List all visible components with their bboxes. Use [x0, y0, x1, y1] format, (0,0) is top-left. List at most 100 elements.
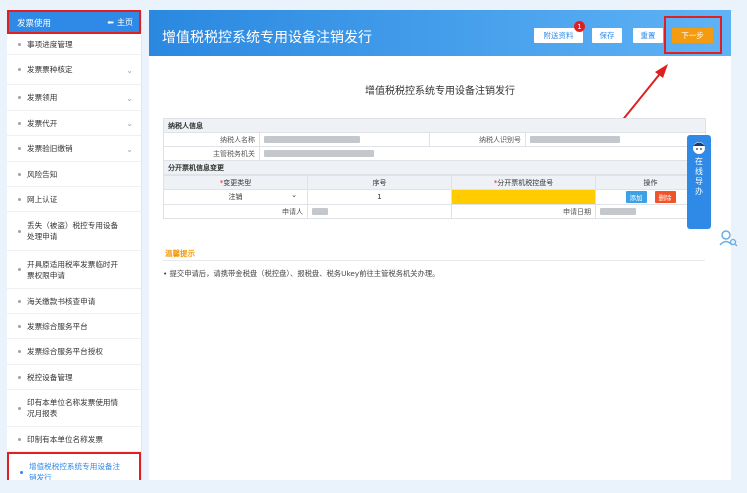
- redacted-value: [600, 208, 636, 215]
- sidebar-item-label: 丢失（被盗）税控专用设备处理申请: [27, 221, 119, 241]
- sidebar-item[interactable]: 丢失（被盗）税控专用设备处理申请: [7, 212, 141, 251]
- col-header-device: *分开票机税控盘号: [451, 175, 596, 190]
- home-link[interactable]: ⬅ 主页: [107, 17, 133, 28]
- help-char-2: 线: [695, 167, 703, 176]
- tip-label: 温馨提示: [165, 249, 195, 258]
- sidebar-item[interactable]: 印制有本单位名称发票: [7, 427, 141, 452]
- online-help-widget[interactable]: 在 线 导 办: [687, 135, 711, 229]
- user-search-icon[interactable]: [718, 228, 738, 248]
- taxpayer-id-label: 纳税人识别号: [429, 132, 526, 147]
- sidebar-item-label: 印有本单位名称发票使用情况月报表: [27, 398, 119, 418]
- sidebar-item-label: 税控设备管理: [27, 372, 73, 382]
- help-char-3: 导: [695, 177, 703, 186]
- bullet-icon: [18, 121, 21, 125]
- applicant-label: 申请人: [163, 204, 308, 219]
- table-row: 注销 ⌄ 1 添加 删除: [163, 189, 706, 205]
- sidebar-item-label: 发票票种核定: [27, 65, 73, 74]
- col-header-change-type: *变更类型: [163, 175, 308, 190]
- bullet-icon: [18, 437, 21, 441]
- sidebar-item[interactable]: 发票代开 ⌄: [7, 111, 141, 136]
- taxpayer-id-value: [525, 132, 706, 147]
- taxpayer-name-value: [259, 132, 430, 147]
- sidebar-item-label: 开具原适用税率发票临时开票权限申请: [27, 259, 119, 280]
- redacted-value: [312, 208, 328, 215]
- tax-authority-label: 主管税务机关: [163, 146, 260, 161]
- bullet-icon: [18, 197, 21, 201]
- sidebar-item[interactable]: 网上认证: [7, 187, 141, 212]
- chevron-down-icon: ⌄: [126, 119, 133, 128]
- bullet-icon: [18, 299, 21, 303]
- applicant-value: [307, 204, 452, 219]
- col-header-seq: 序号: [307, 175, 452, 190]
- chevron-down-icon: ⌄: [291, 191, 297, 199]
- device-number-input[interactable]: [451, 189, 596, 205]
- sidebar-item[interactable]: 发票综合服务平台: [7, 314, 141, 339]
- sidebar-item[interactable]: 发票验旧缴销 ⌄: [7, 136, 141, 162]
- seq-value: 1: [307, 189, 452, 205]
- sidebar-item-label: 风险告知: [27, 169, 58, 179]
- form-panel: 纳税人信息 纳税人名称 纳税人识别号 主管税务机关 分开票机信息变更 *变更类型…: [163, 118, 706, 219]
- bullet-icon: [20, 470, 23, 474]
- help-char-4: 办: [695, 187, 703, 196]
- app: 发票使用 ⬅ 主页 事项进度管理 发票票种核定 ⌄ 发票领用 ⌄ 发票代开 ⌄ 发票验旧缴销 ⌄…: [0, 0, 747, 493]
- tax-authority-value: [259, 146, 706, 161]
- change-type-value: 注销: [228, 193, 243, 201]
- sidebar-header[interactable]: 发票使用 ⬅ 主页: [7, 10, 141, 34]
- sidebar-item-label: 发票代开: [27, 118, 58, 128]
- redacted-value: [264, 136, 360, 143]
- chevron-down-icon: ⌄: [126, 93, 133, 103]
- sidebar-item-label: 印制有本单位名称发票: [27, 434, 103, 444]
- sidebar-item[interactable]: 开具原适用税率发票临时开票权限申请: [7, 251, 141, 289]
- sidebar-item-label: 发票综合服务平台授权: [27, 347, 103, 356]
- bullet-icon: [18, 172, 21, 176]
- sidebar-item-label: 海关缴款书核查申请: [27, 296, 96, 306]
- form-table: 纳税人信息 纳税人名称 纳税人识别号 主管税务机关 分开票机信息变更: [163, 118, 706, 175]
- bullet-icon: [18, 406, 21, 410]
- sidebar-item[interactable]: 增值税税控系统专用设备注销发行: [7, 452, 141, 480]
- sidebar-item[interactable]: 海关缴款书核查申请: [7, 289, 141, 314]
- bullet-icon: [18, 324, 21, 328]
- sidebar-item[interactable]: 风险告知: [7, 162, 141, 187]
- sidebar-item[interactable]: 发票综合服务平台授权: [7, 339, 141, 365]
- taxpayer-section-header: 纳税人信息: [163, 118, 706, 133]
- redacted-value: [264, 150, 374, 157]
- divider: [163, 260, 705, 261]
- sidebar-item[interactable]: 发票领用 ⌄: [7, 85, 141, 111]
- tip-text: • 提交申请后，请携带金税盘（税控盘）、报税盘、税务Ukey前往主管税务机关办理…: [163, 269, 440, 278]
- sidebar-item[interactable]: 事项进度管理: [7, 34, 141, 55]
- home-icon: ⬅: [107, 18, 114, 27]
- sidebar-item[interactable]: 发票票种核定 ⌄: [7, 55, 141, 85]
- sidebar: 发票使用 ⬅ 主页 事项进度管理 发票票种核定 ⌄ 发票领用 ⌄ 发票代开 ⌄ 发票验旧缴销 ⌄…: [7, 10, 142, 480]
- home-label: 主页: [117, 18, 133, 27]
- main-content: 增值税税控系统专用设备注销发行 附送资料 1 保存 重置 下一步 增值税税控系统…: [149, 10, 731, 480]
- change-section-header: 分开票机信息变更: [163, 160, 706, 175]
- delete-row-button[interactable]: 删除: [654, 191, 676, 203]
- sidebar-item-label: 事项进度管理: [27, 39, 73, 49]
- sidebar-item-label: 增值税税控系统专用设备注销发行: [29, 462, 121, 480]
- bullet-icon: [18, 350, 21, 353]
- bullet-icon: [18, 42, 21, 46]
- redacted-value: [530, 136, 620, 143]
- sidebar-title: 发票使用: [17, 19, 52, 29]
- chevron-down-icon: ⌄: [126, 65, 133, 75]
- bullet-icon: [18, 375, 21, 379]
- bullet-icon: [18, 268, 21, 271]
- bullet-icon: [18, 147, 21, 150]
- change-table: *变更类型 序号 *分开票机税控盘号 操作 注销 ⌄ 1 添加 删除 申请人 申…: [163, 175, 706, 219]
- chevron-down-icon: ⌄: [126, 144, 133, 154]
- bullet-icon: [18, 229, 21, 233]
- add-row-button[interactable]: 添加: [625, 191, 647, 203]
- help-char-1: 在: [695, 157, 703, 166]
- taxpayer-name-label: 纳税人名称: [163, 132, 260, 147]
- sidebar-list: 事项进度管理 发票票种核定 ⌄ 发票领用 ⌄ 发票代开 ⌄ 发票验旧缴销 ⌄ 风险告知网上认证丢失…: [7, 34, 141, 480]
- sidebar-item-label: 发票验旧缴销: [27, 144, 73, 153]
- sidebar-item-label: 发票领用: [27, 93, 58, 102]
- sidebar-item-label: 网上认证: [27, 194, 58, 204]
- sidebar-item[interactable]: 印有本单位名称发票使用情况月报表: [7, 390, 141, 427]
- apply-date-label: 申请日期: [451, 204, 596, 219]
- change-type-select[interactable]: 注销 ⌄: [163, 189, 308, 205]
- sidebar-item[interactable]: 税控设备管理: [7, 365, 141, 390]
- bullet-icon: [18, 68, 21, 71]
- sidebar-item-label: 发票综合服务平台: [27, 321, 88, 331]
- page-title: 增值税税控系统专用设备注销发行: [365, 86, 515, 97]
